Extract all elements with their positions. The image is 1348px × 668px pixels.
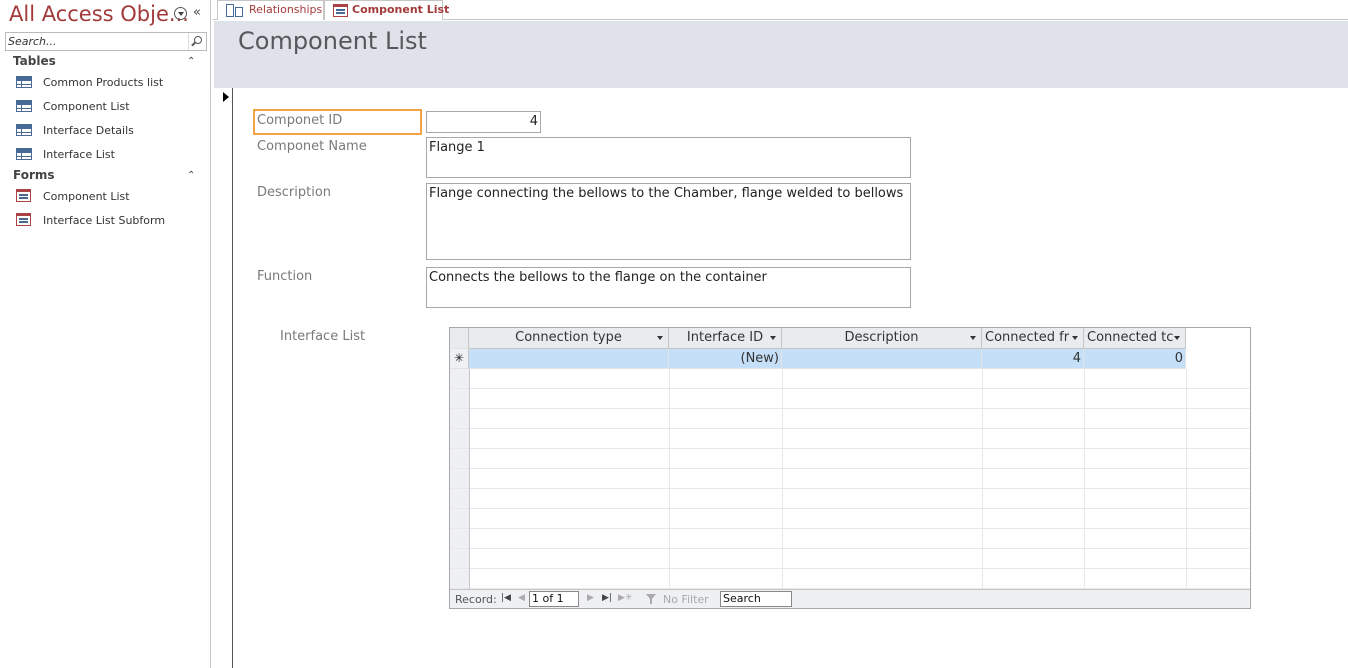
relationships-icon — [226, 4, 243, 17]
nav-item-table[interactable]: Common Products list — [16, 74, 206, 94]
chevron-down-icon[interactable] — [1174, 336, 1180, 340]
table-row[interactable]: (New) 4 0 — [469, 349, 1186, 369]
next-record-icon[interactable]: ▶ — [587, 593, 594, 603]
record-selector[interactable] — [218, 88, 233, 668]
column-header[interactable]: Connection type — [469, 328, 669, 349]
chevron-down-icon[interactable] — [1072, 336, 1078, 340]
column-header[interactable]: Interface ID — [669, 328, 782, 349]
nav-item-form[interactable]: Component List — [16, 188, 206, 208]
form-title: Component List — [238, 27, 427, 55]
collapse-pane-icon[interactable]: « — [193, 5, 201, 20]
column-header-label: Connected tc — [1087, 330, 1174, 345]
cell-connected-from[interactable]: 4 — [982, 349, 1084, 369]
interface-list-subform: Connection type Interface ID Description… — [449, 327, 1251, 609]
column-header-label: Connected fr — [985, 330, 1070, 345]
chevron-down-icon[interactable] — [770, 336, 776, 340]
datasheet-search-input[interactable]: Search — [720, 591, 792, 607]
empty-grid-area — [450, 369, 1250, 589]
record-navigation-bar: Record: |◀ ◀ 1 of 1 ▶ ▶| ▶✳ No Filter Se… — [450, 589, 1250, 608]
previous-record-icon[interactable]: ◀ — [518, 593, 525, 603]
form-icon — [333, 4, 348, 17]
collapse-group-icon[interactable]: ⌃ — [187, 56, 195, 67]
select-all-corner[interactable] — [450, 328, 469, 349]
column-header-label: Description — [844, 330, 919, 345]
grid-line — [1084, 369, 1085, 589]
component-name-field[interactable]: Flange 1 — [426, 137, 911, 178]
component-id-label: Componet ID — [257, 113, 343, 128]
form-icon — [16, 213, 31, 226]
description-label: Description — [257, 185, 332, 200]
component-name-label: Componet Name — [257, 139, 367, 154]
search-icon — [194, 36, 202, 44]
component-id-field[interactable]: 4 — [426, 111, 541, 133]
cell-connection-type[interactable] — [469, 349, 669, 369]
nav-item-table[interactable]: Interface Details — [16, 122, 206, 142]
nav-item-label: Interface List Subform — [43, 214, 166, 227]
collapse-group-icon[interactable]: ⌃ — [187, 170, 195, 181]
chevron-down-icon[interactable] — [970, 336, 976, 340]
nav-item-table[interactable]: Interface List — [16, 146, 206, 166]
nav-item-label: Interface List — [43, 148, 115, 161]
first-record-icon[interactable]: |◀ — [501, 593, 511, 603]
filter-status-button[interactable]: No Filter — [663, 593, 709, 606]
tab-component-list[interactable]: Component List — [324, 0, 449, 20]
table-icon — [16, 124, 32, 136]
form-icon — [16, 189, 31, 202]
subform-label: Interface List — [280, 329, 366, 344]
table-icon — [16, 76, 32, 88]
tab-relationships[interactable]: Relationships — [217, 0, 324, 20]
column-header-label: Interface ID — [686, 330, 764, 345]
nav-item-label: Component List — [43, 100, 130, 113]
current-record-field[interactable]: 1 of 1 — [529, 591, 579, 607]
grid-line — [1186, 369, 1187, 589]
column-header-label: Connection type — [515, 330, 622, 345]
function-label: Function — [257, 269, 313, 284]
navigation-pane: All Access Obje... « Tables ⌃ Common Pro… — [0, 0, 211, 668]
tab-label: Relationships — [249, 3, 323, 16]
table-icon — [16, 148, 32, 160]
document-tab-strip: Relationships Component List — [213, 0, 1348, 20]
form-header: Component List — [214, 21, 1348, 88]
grid-line — [469, 369, 470, 589]
grid-line — [669, 369, 670, 589]
cell-interface-id[interactable]: (New) — [669, 349, 782, 369]
new-record-icon[interactable]: ✳ — [450, 349, 469, 369]
grid-line — [982, 369, 983, 589]
nav-item-label: Interface Details — [43, 124, 134, 137]
chevron-down-icon[interactable] — [174, 7, 187, 20]
cell-connected-to[interactable]: 0 — [1084, 349, 1186, 369]
nav-search-box — [5, 32, 207, 51]
new-record-nav-icon[interactable]: ▶✳ — [618, 593, 632, 603]
nav-item-label: Common Products list — [43, 76, 164, 89]
nav-item-table[interactable]: Component List — [16, 98, 206, 118]
chevron-down-icon[interactable] — [657, 336, 663, 340]
grid-line — [782, 369, 783, 589]
nav-item-label: Component List — [43, 190, 130, 203]
column-header[interactable]: Description — [782, 328, 982, 349]
record-label: Record: — [455, 593, 497, 606]
column-header[interactable]: Connected tc — [1084, 328, 1186, 349]
table-icon — [16, 100, 32, 112]
search-input[interactable] — [6, 33, 188, 50]
column-header[interactable]: Connected fr — [982, 328, 1084, 349]
nav-item-form[interactable]: Interface List Subform — [16, 212, 206, 232]
nav-group-tables[interactable]: Tables — [13, 54, 56, 68]
function-field[interactable]: Connects the bellows to the flange on th… — [426, 267, 911, 308]
tab-label: Component List — [352, 3, 450, 16]
filter-icon — [646, 594, 656, 604]
description-field[interactable]: Flange connecting the bellows to the Cha… — [426, 183, 911, 260]
cell-description[interactable] — [782, 349, 982, 369]
last-record-icon[interactable]: ▶| — [602, 593, 612, 603]
nav-group-forms[interactable]: Forms — [13, 168, 55, 182]
nav-pane-title[interactable]: All Access Obje... — [9, 2, 189, 26]
search-button[interactable] — [188, 33, 206, 50]
